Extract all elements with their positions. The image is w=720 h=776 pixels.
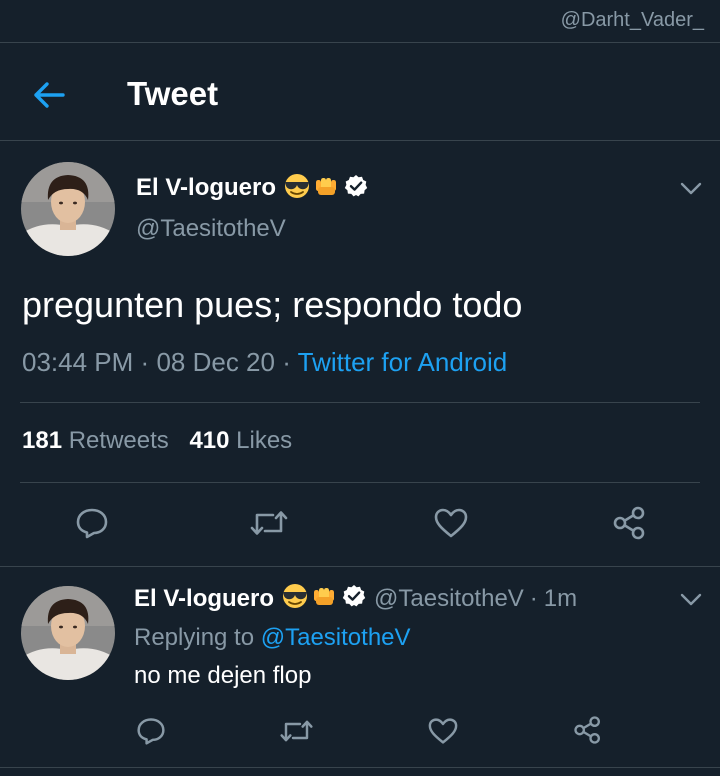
sunglasses-emoji-icon: [282, 173, 312, 204]
header-divider: [0, 140, 720, 141]
page-title: Tweet: [127, 75, 219, 112]
reply-like-button[interactable]: [427, 717, 459, 745]
fist-emoji-icon: [312, 584, 336, 615]
retweets-stat[interactable]: 181 Retweets: [22, 427, 169, 454]
share-icon: [613, 506, 645, 540]
retweet-icon: [250, 511, 288, 535]
avatar[interactable]: [21, 162, 115, 256]
back-button[interactable]: [32, 80, 66, 110]
retweets-count: 181: [22, 427, 63, 454]
bottom-divider: [0, 767, 720, 768]
reply-age: 1m: [543, 585, 578, 612]
reply-reply-button[interactable]: [136, 716, 166, 746]
retweet-icon: [280, 720, 313, 742]
watermark: @Darht_Vader_: [560, 9, 704, 31]
meta-separator: ·: [140, 347, 150, 377]
likes-stat[interactable]: 410 Likes: [189, 427, 292, 454]
retweets-label: Retweets: [68, 427, 169, 454]
tweet-source-link[interactable]: Twitter for Android: [298, 347, 508, 377]
tweet-menu-button[interactable]: [680, 182, 702, 201]
replying-to-link[interactable]: @TaesitotheV: [261, 624, 411, 651]
top-divider: [0, 42, 720, 43]
sunglasses-emoji-icon: [280, 583, 310, 616]
share-icon: [574, 716, 600, 744]
reply-text: no me dejen flop: [134, 662, 312, 689]
tweet-time: 03:44 PM: [22, 347, 134, 377]
reply-avatar[interactable]: [21, 586, 115, 680]
reply-handle[interactable]: @TaesitotheV: [374, 585, 524, 613]
like-icon: [428, 718, 458, 744]
likes-count: 410: [189, 427, 230, 454]
main-name-row: El V-loguero: [136, 172, 368, 204]
chevron-down-icon: [680, 182, 702, 195]
tweet-date: 08 Dec 20: [156, 347, 275, 377]
retweet-button[interactable]: [249, 507, 289, 539]
display-name[interactable]: El V-loguero: [136, 174, 276, 202]
meta-separator: ·: [282, 347, 291, 377]
tweet-meta: 03:44 PM · 08 Dec 20 · Twitter for Andro…: [22, 347, 507, 378]
tweet-text: pregunten pues; respondo todo: [22, 284, 523, 325]
reply-display-name[interactable]: El V-loguero: [134, 585, 274, 613]
chevron-down-icon: [680, 593, 702, 606]
reply-menu-button[interactable]: [680, 593, 702, 612]
meta-divider: [20, 402, 700, 403]
likes-label: Likes: [236, 427, 293, 454]
like-button[interactable]: [433, 507, 469, 539]
reply-name-row: El V-loguero @TaesitotheV · 1m: [134, 583, 578, 616]
like-icon: [434, 508, 468, 538]
reply-share-button[interactable]: [573, 715, 603, 745]
verified-badge-icon: [342, 584, 366, 615]
reply-separator: ·: [529, 585, 538, 612]
replying-to-line: Replying to @TaesitotheV: [134, 624, 411, 652]
reply-icon: [76, 508, 108, 539]
fist-emoji-icon: [314, 174, 338, 203]
verified-badge-icon: [344, 174, 368, 203]
reply-button[interactable]: [75, 506, 109, 540]
reply-retweet-button[interactable]: [279, 717, 314, 745]
replying-to-label: Replying to: [134, 624, 255, 651]
reply-icon: [137, 718, 165, 745]
share-button[interactable]: [612, 505, 648, 541]
user-handle[interactable]: @TaesitotheV: [136, 215, 286, 243]
tweet-stats: 181 Retweets 410 Likes: [22, 427, 292, 455]
back-arrow-icon: [34, 82, 65, 108]
stats-divider: [20, 482, 700, 483]
thread-divider: [0, 566, 720, 567]
